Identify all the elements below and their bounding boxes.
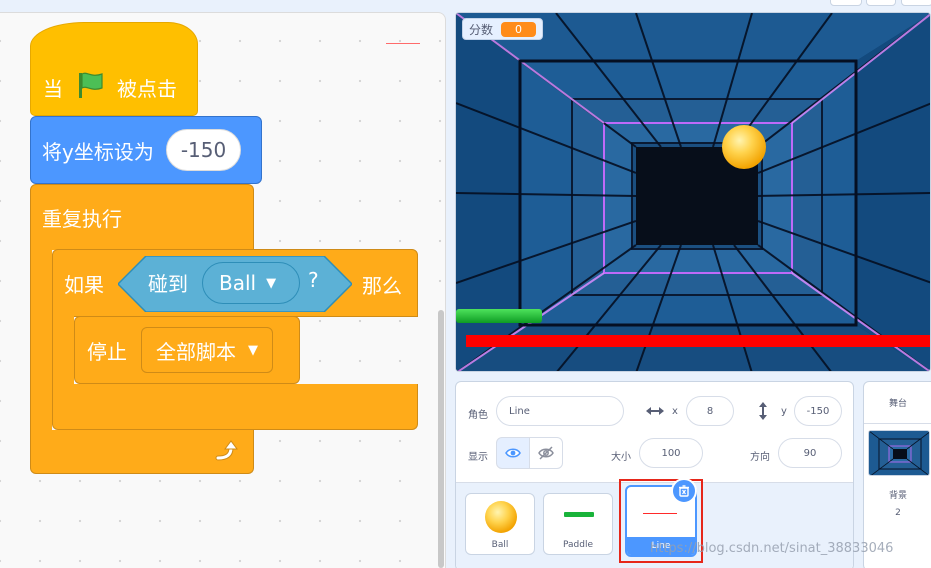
stop-label: 停止 [87,339,127,364]
set-y-label: 将y坐标设为 [42,139,154,164]
y-arrows-icon [759,402,767,420]
stage-canvas [456,13,930,371]
ball-thumbnail-icon [485,501,517,533]
normal-stage-button[interactable] [866,0,896,6]
eye-icon [505,448,521,458]
touching-question: ? [308,268,319,292]
sprite-tile-paddle[interactable]: Paddle [543,493,613,555]
if-block-bottom [52,384,418,430]
set-y-block[interactable]: 将y坐标设为 -150 [30,116,262,184]
touching-label: 碰到 [148,272,188,296]
delete-sprite-button[interactable] [671,478,697,504]
paddle-sprite [456,309,542,323]
y-value: -150 [806,405,830,417]
paddle-thumbnail-icon [564,512,594,517]
line-sprite [466,335,930,347]
if-label: 如果 [64,272,104,297]
direction-value: 90 [803,447,817,459]
stop-option-text: 全部脚本 [156,339,236,364]
chevron-down-icon: ▼ [266,275,277,291]
backdrop-thumbnail[interactable] [868,430,930,476]
direction-input[interactable]: 90 [778,438,842,468]
sprite-info: 角色 Line x 8 y -150 显示 大小 100 方向 90 [456,382,855,482]
touching-target-text: Ball [219,271,257,295]
backdrop-count: 2 [895,508,901,518]
size-value: 100 [661,447,681,459]
red-mark [386,43,420,44]
ball-sprite [722,125,766,169]
stage-pane-title: 舞台 [864,382,931,424]
eye-hidden-icon [538,446,554,460]
set-y-value-input[interactable]: -150 [165,129,242,171]
show-visible-button[interactable] [496,437,530,469]
loop-arrow-icon [215,439,238,460]
hat-suffix: 被点击 [117,76,177,101]
direction-label: 方向 [750,452,770,463]
sprite-tile-name: Paddle [562,540,593,550]
watermark: https://blog.csdn.net/sinat_38833046 [650,541,894,556]
score-label: 分数 [469,22,494,37]
touching-target-dropdown[interactable]: Ball ▼ [202,262,300,304]
y-input[interactable]: -150 [794,396,842,426]
then-label: 那么 [362,274,402,298]
forever-block-arm [30,249,52,433]
sprite-tile-name: Ball [491,540,509,550]
size-label: 大小 [611,452,631,463]
size-input[interactable]: 100 [639,438,703,468]
fullscreen-button[interactable] [901,0,931,6]
hide-button[interactable] [529,437,563,469]
line-thumbnail-icon [643,513,677,514]
score-monitor[interactable]: 分数 0 [462,18,544,40]
backdrop-thumbnail-image [869,431,929,475]
green-flag-icon [79,72,103,98]
x-input[interactable]: 8 [686,396,734,426]
x-arrows-icon [646,407,664,415]
x-value: 8 [706,405,714,417]
small-stage-button[interactable] [830,0,862,6]
backdrop-label: 背景 [888,491,907,501]
code-scrollbar[interactable] [438,310,444,568]
stage[interactable]: 分数 0 [455,12,931,372]
chevron-down-icon: ▼ [248,342,258,358]
tunnel-floor [458,325,929,371]
show-label: 显示 [468,452,488,463]
hat-prefix: 当 [43,76,63,101]
stop-option-dropdown[interactable]: 全部脚本 ▼ [141,327,273,373]
trash-icon [679,485,689,497]
forever-label: 重复执行 [42,207,122,231]
if-block-arm [52,316,74,386]
when-flag-clicked-block[interactable]: 当 被点击 [30,22,198,116]
stop-block[interactable]: 停止 全部脚本 ▼ [74,316,300,384]
sprite-name-input[interactable]: Line [496,396,624,426]
score-value: 0 [501,21,537,37]
sprite-name-value: Line [509,405,530,417]
y-label: y [781,406,787,417]
stage-pane[interactable]: 舞台 背景 2 [863,381,931,568]
forever-block[interactable]: 重复执行 [30,184,254,250]
sprite-name-label: 角色 [468,410,488,421]
x-label: x [672,406,678,417]
sprite-tile-ball[interactable]: Ball [465,493,535,555]
forever-block-bottom [30,430,254,474]
sprite-pane: 角色 Line x 8 y -150 显示 大小 100 方向 90 Ball … [455,381,854,568]
